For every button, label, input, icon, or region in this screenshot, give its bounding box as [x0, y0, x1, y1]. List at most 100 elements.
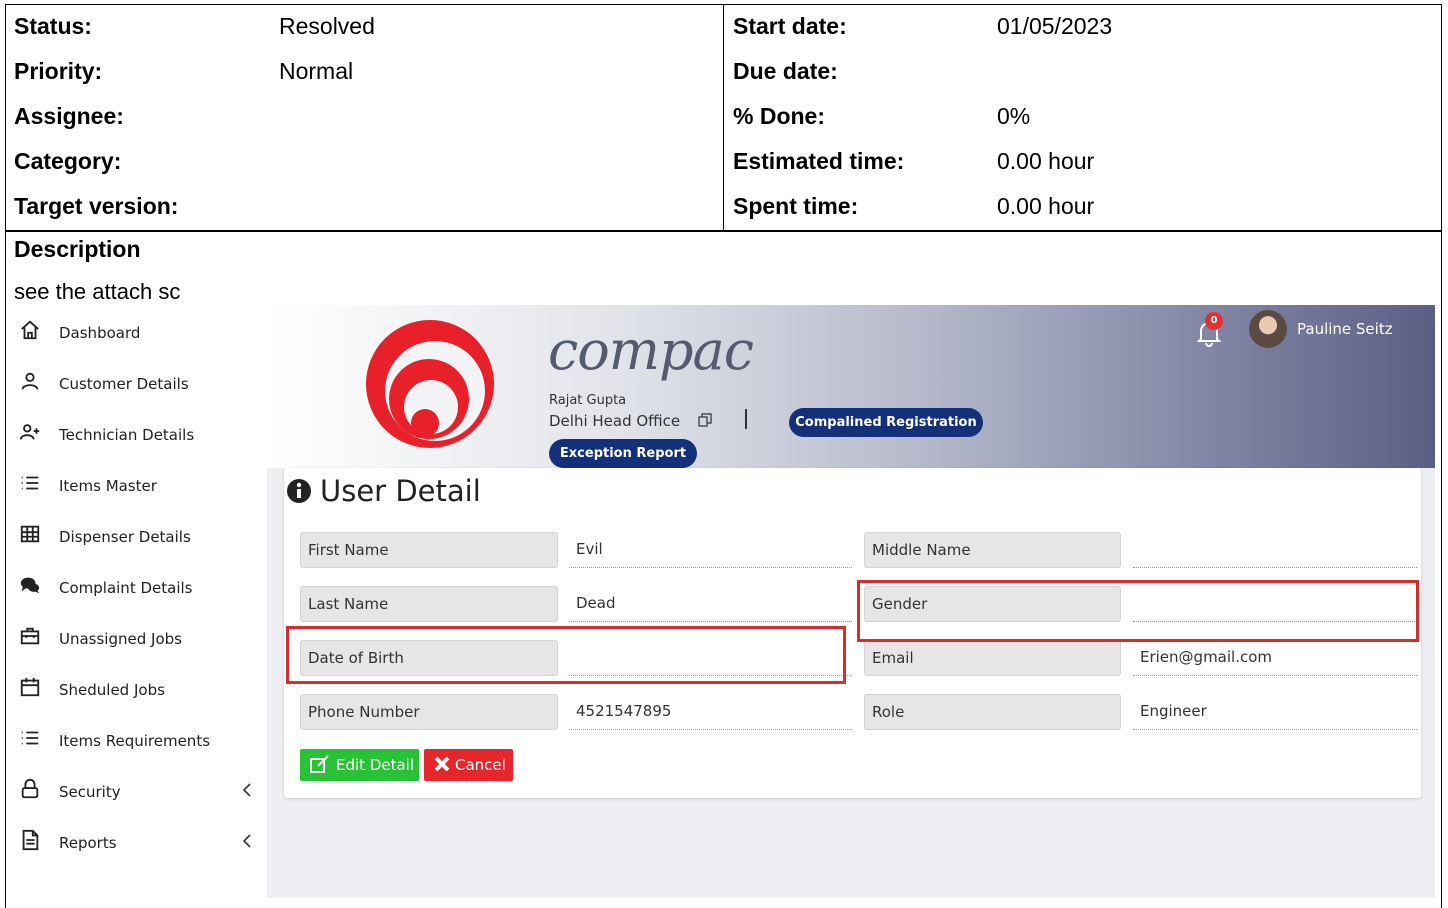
email-field[interactable]: Erien@gmail.com	[1133, 640, 1417, 676]
exception-report-button[interactable]: Exception Report	[549, 439, 697, 468]
sidebar-item-items-requirements[interactable]: Items Requirements	[8, 715, 267, 765]
sidebar-label: Unassigned Jobs	[59, 630, 182, 648]
sidebar-label: Items Master	[59, 477, 157, 495]
spent-time-row: Spent time: 0.00 hour	[725, 185, 1443, 230]
cancel-label: Cancel	[455, 756, 506, 774]
middle-name-label: Middle Name	[864, 532, 1121, 568]
estimated-time-value: 0.00 hour	[997, 148, 1095, 174]
lock-icon	[21, 778, 39, 799]
header-divider	[745, 409, 747, 429]
sidebar-label: Technician Details	[59, 426, 195, 444]
info-icon	[287, 479, 311, 503]
sidebar-label: Items Requirements	[59, 732, 211, 750]
spent-time-value: 0.00 hour	[997, 193, 1095, 219]
sidebar: Dashboard Customer Details Technician De…	[8, 305, 267, 898]
table-icon	[20, 525, 40, 543]
start-date-row: Start date: 01/05/2023	[725, 5, 1443, 50]
avatar[interactable]	[1249, 310, 1287, 348]
document-icon	[22, 829, 39, 851]
sidebar-item-dispenser-details[interactable]: Dispenser Details	[8, 511, 267, 561]
edit-detail-button[interactable]: Edit Detail	[300, 749, 419, 781]
cancel-button[interactable]: Cancel	[424, 749, 513, 781]
sidebar-item-customer-details[interactable]: Customer Details	[8, 358, 267, 408]
first-name-label: First Name	[300, 532, 558, 568]
issue-attributes-right: Start date: 01/05/2023 Due date: % Done:…	[725, 5, 1443, 231]
sidebar-label: Dashboard	[59, 324, 141, 342]
phone-number-label: Phone Number	[300, 694, 558, 730]
estimated-time-row: Estimated time: 0.00 hour	[725, 140, 1443, 185]
assignee-label: Assignee:	[14, 103, 124, 129]
done-ratio-label: % Done:	[733, 103, 825, 129]
sidebar-label: Customer Details	[59, 375, 189, 393]
close-icon	[434, 756, 450, 772]
attached-screenshot: Dashboard Customer Details Technician De…	[8, 305, 1435, 898]
assignee-row: Assignee:	[6, 95, 723, 140]
spent-time-label: Spent time:	[733, 193, 859, 219]
estimated-time-label: Estimated time:	[733, 148, 905, 174]
header-user-name[interactable]: Pauline Seitz	[1297, 320, 1393, 338]
sidebar-label: Reports	[59, 834, 117, 852]
edit-icon	[310, 755, 329, 773]
notification-count-badge: 0	[1205, 312, 1223, 330]
sidebar-item-reports[interactable]: Reports	[8, 817, 267, 867]
email-label: Email	[864, 640, 1121, 676]
brand-wordmark: compac	[548, 319, 754, 382]
office-name: Delhi Head Office	[549, 412, 681, 430]
compac-logo-icon	[366, 320, 494, 448]
sidebar-label: Sheduled Jobs	[59, 681, 165, 699]
home-icon	[21, 320, 39, 340]
done-ratio-value: 0%	[997, 103, 1031, 129]
status-value: Resolved	[279, 13, 375, 39]
priority-label: Priority:	[14, 58, 103, 84]
issue-attributes-table: Status: Resolved Priority: Normal Assign…	[5, 4, 1442, 231]
target-version-label: Target version:	[14, 193, 179, 219]
sidebar-label: Security	[59, 783, 121, 801]
due-date-label: Due date:	[733, 58, 838, 84]
user-plus-icon	[19, 424, 40, 440]
sidebar-item-dashboard[interactable]: Dashboard	[8, 307, 267, 357]
sidebar-label: Complaint Details	[59, 579, 193, 597]
sidebar-item-items-master[interactable]: Items Master	[8, 460, 267, 510]
card-title: User Detail	[320, 474, 481, 508]
briefcase-icon	[20, 627, 40, 645]
priority-value: Normal	[279, 58, 354, 84]
status-label: Status:	[14, 13, 92, 39]
start-date-label: Start date:	[733, 13, 847, 39]
target-version-row: Target version:	[6, 185, 723, 230]
calendar-icon	[20, 677, 40, 697]
sidebar-item-security[interactable]: Security	[8, 766, 267, 816]
role-field[interactable]: Engineer	[1133, 694, 1417, 730]
phone-number-field[interactable]: 4521547895	[569, 694, 852, 730]
chat-icon	[20, 577, 40, 594]
list-icon	[21, 476, 39, 490]
chevron-left-icon[interactable]	[241, 833, 253, 849]
priority-row: Priority: Normal	[6, 50, 723, 95]
role-label: Role	[864, 694, 1121, 730]
sidebar-item-sheduled-jobs[interactable]: Sheduled Jobs	[8, 664, 267, 714]
category-row: Category:	[6, 140, 723, 185]
status-row: Status: Resolved	[6, 5, 723, 50]
current-user-name: Rajat Gupta	[549, 393, 627, 408]
date-of-birth-highlight	[286, 626, 846, 684]
edit-detail-label: Edit Detail	[336, 756, 415, 774]
description-text: see the attach sc	[14, 279, 181, 304]
chevron-left-icon[interactable]	[241, 782, 253, 798]
sidebar-item-unassigned-jobs[interactable]: Unassigned Jobs	[8, 613, 267, 663]
last-name-label: Last Name	[300, 586, 558, 622]
sidebar-item-technician-details[interactable]: Technician Details	[8, 409, 267, 459]
first-name-field[interactable]: Evil	[569, 532, 852, 568]
due-date-row: Due date:	[725, 50, 1443, 95]
sidebar-label: Dispenser Details	[59, 528, 191, 546]
complaint-registration-button[interactable]: Compalined Registration	[789, 408, 983, 437]
last-name-field[interactable]: Dead	[569, 586, 852, 622]
category-label: Category:	[14, 148, 122, 174]
start-date-value: 01/05/2023	[997, 13, 1113, 39]
sidebar-item-complaint-details[interactable]: Complaint Details	[8, 562, 267, 612]
list-icon	[21, 731, 39, 745]
copy-icon[interactable]	[698, 413, 712, 427]
app-header: compac Rajat Gupta Delhi Head Office Com…	[267, 305, 1435, 468]
done-ratio-row: % Done: 0%	[725, 95, 1443, 140]
issue-attributes-left: Status: Resolved Priority: Normal Assign…	[6, 5, 724, 231]
gender-highlight	[857, 580, 1419, 642]
middle-name-field[interactable]	[1133, 532, 1417, 568]
